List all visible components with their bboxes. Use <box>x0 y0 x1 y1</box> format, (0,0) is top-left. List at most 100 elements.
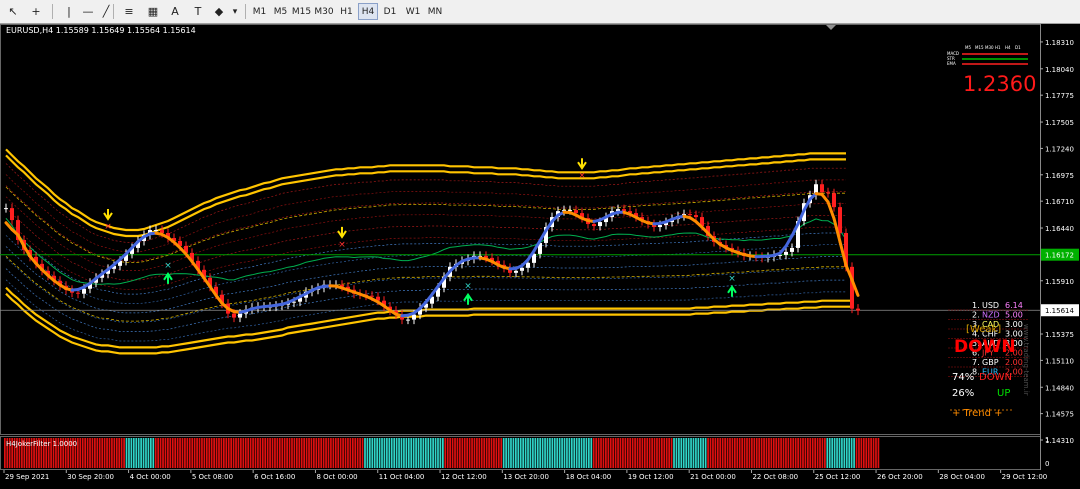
filter-bar <box>534 438 536 468</box>
shapes-icon[interactable]: ◆ <box>210 3 228 20</box>
time-label: 25 Oct 12:00 <box>815 473 861 481</box>
timeframe-m15[interactable]: M15 <box>292 3 311 20</box>
filter-bar <box>792 438 794 468</box>
filter-bar <box>522 438 524 468</box>
chart-shift-icon[interactable] <box>826 25 836 30</box>
timeframe-m5[interactable]: M5 <box>271 3 290 20</box>
filter-bar <box>778 438 780 468</box>
filter-bar <box>564 438 566 468</box>
filter-bar <box>785 438 787 468</box>
timeframe-h4[interactable]: H4 <box>358 3 378 20</box>
fibonacci-icon[interactable]: ≡ <box>120 3 138 20</box>
currency-value: 5.00 <box>1005 311 1023 320</box>
filter-bar <box>208 438 210 468</box>
filter-bar <box>780 438 782 468</box>
filter-bar <box>817 438 819 468</box>
filter-bar <box>520 438 522 468</box>
time-label: 6 Oct 16:00 <box>254 473 295 481</box>
time-label: 22 Oct 08:00 <box>752 473 798 481</box>
time-label: 30 Sep 20:00 <box>67 473 114 481</box>
timeframe-m30[interactable]: M30 <box>313 3 335 20</box>
horizontal-line-icon[interactable]: — <box>79 3 97 20</box>
filter-bar <box>174 438 176 468</box>
label-icon[interactable]: T <box>189 3 207 20</box>
filter-bar <box>225 438 227 468</box>
channel-icon[interactable]: ▦ <box>144 3 162 20</box>
crosshair-icon[interactable]: + <box>27 3 45 20</box>
filter-bar <box>466 438 468 468</box>
filter-bar <box>814 438 816 468</box>
filter-bar <box>775 438 777 468</box>
chart-area[interactable]: ××××××××××××1.183101.180401.177751.17505… <box>0 24 1080 485</box>
price-label: 1.15910 <box>1045 278 1074 286</box>
sell-arrow-icon: × <box>338 227 346 250</box>
filter-bar <box>736 438 738 468</box>
filter-bar <box>688 438 690 468</box>
filter-bar <box>878 438 880 468</box>
filter-bar <box>250 438 252 468</box>
filter-bar <box>510 438 512 468</box>
filter-bar <box>252 438 254 468</box>
filter-bar <box>739 438 741 468</box>
filter-bar <box>573 438 575 468</box>
timeframe-mn[interactable]: MN <box>425 3 445 20</box>
time-label: 29 Sep 2021 <box>5 473 49 481</box>
filter-bar <box>685 438 687 468</box>
filter-bar <box>111 438 113 468</box>
filter-bar <box>449 438 451 468</box>
price-chart[interactable]: ××××××××××××1.183101.180401.177751.17505… <box>0 24 1080 485</box>
filter-bar <box>503 438 505 468</box>
filter-bar <box>746 438 748 468</box>
filter-bar <box>172 438 174 468</box>
filter-bar <box>683 438 685 468</box>
filter-bar <box>666 438 668 468</box>
filter-bar <box>873 438 875 468</box>
price-label: 1.16975 <box>1045 172 1074 180</box>
time-label: 12 Oct 12:00 <box>441 473 487 481</box>
filter-bar <box>620 438 622 468</box>
filter-bar <box>364 438 366 468</box>
filter-bar <box>722 438 724 468</box>
filter-bar <box>454 438 456 468</box>
filter-bar <box>194 438 196 468</box>
timeframe-w1[interactable]: W1 <box>403 3 423 20</box>
filter-bar <box>347 438 349 468</box>
candle-body <box>790 248 794 252</box>
candle-body <box>820 184 824 192</box>
filter-bar <box>853 438 855 468</box>
filter-bar <box>756 438 758 468</box>
candle-body <box>370 296 374 297</box>
filter-bar <box>800 438 802 468</box>
filter-bar <box>809 438 811 468</box>
cursor-icon[interactable]: ↖ <box>4 3 22 20</box>
filter-bar <box>469 438 471 468</box>
filter-bar <box>311 438 313 468</box>
timeframe-d1[interactable]: D1 <box>380 3 400 20</box>
filter-bar <box>379 438 381 468</box>
currency-name: NZD <box>982 311 1000 320</box>
timeframe-m1[interactable]: M1 <box>250 3 269 20</box>
filter-bar <box>724 438 726 468</box>
tools-dropdown-icon[interactable]: ▾ <box>230 3 240 20</box>
filter-bar <box>306 438 308 468</box>
filter-bar <box>848 438 850 468</box>
filter-bar <box>350 438 352 468</box>
vertical-line-icon[interactable]: | <box>60 3 78 20</box>
filter-bar <box>415 438 417 468</box>
time-axis: 29 Sep 202130 Sep 20:004 Oct 00:005 Oct … <box>4 470 1047 481</box>
filter-bar <box>865 438 867 468</box>
filter-bar <box>651 438 653 468</box>
filter-bar <box>386 438 388 468</box>
filter-bar <box>488 438 490 468</box>
text-icon[interactable]: A <box>166 3 184 20</box>
candle <box>850 262 854 313</box>
big-price: 1.2360 <box>963 72 1036 96</box>
candle <box>652 220 656 232</box>
timeframe-h1[interactable]: H1 <box>337 3 356 20</box>
filter-bar <box>213 438 215 468</box>
filter-bar <box>269 438 271 468</box>
candle-body <box>82 289 86 294</box>
filter-bar <box>663 438 665 468</box>
time-label: 19 Oct 12:00 <box>628 473 674 481</box>
filter-bar <box>408 438 410 468</box>
